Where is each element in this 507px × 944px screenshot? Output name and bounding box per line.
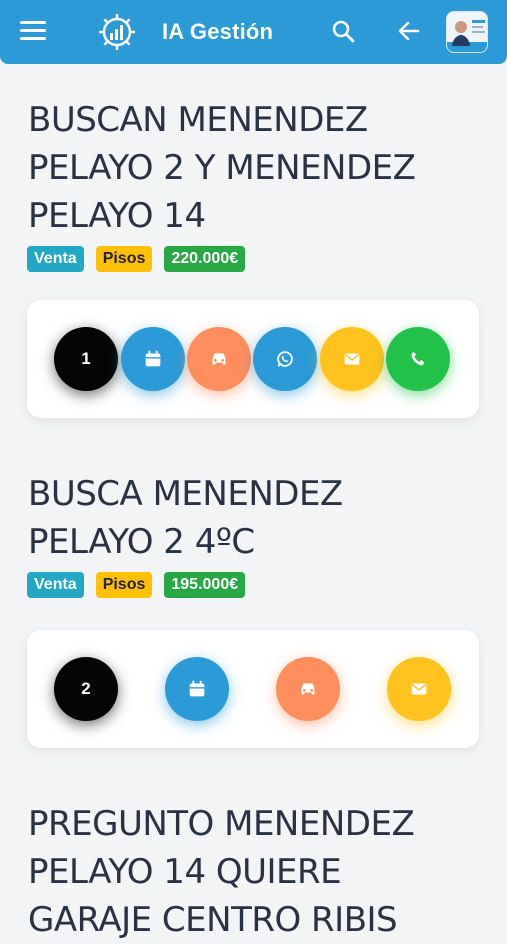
actions-panel: 2 [27,630,479,748]
listing-title: PREGUNTO MENENDEZ PELAYO 14 QUIERE GARAJ… [28,804,415,940]
logo-gear-chart-icon [99,14,135,50]
actions-panel: 1 [27,300,479,418]
app-title: IA Gestión [162,19,274,44]
calendar-icon [145,350,161,367]
calendar-button[interactable] [121,327,185,391]
visit-button[interactable] [276,657,340,721]
listing-card: PREGUNTO MENENDEZ PELAYO 14 QUIERE GARAJ… [0,800,507,944]
listing-title: BUSCA MENENDEZ PELAYO 2 4ºC [28,474,343,562]
search-icon[interactable] [330,18,356,44]
email-icon [411,683,427,695]
listing-card: BUSCA MENENDEZ PELAYO 2 4ºC Venta Pisos … [0,470,507,598]
price-badge: 220.000€ [164,246,246,272]
car-icon [301,683,315,695]
menu-icon[interactable] [20,21,46,41]
back-arrow-icon[interactable] [396,18,422,44]
operation-badge: Venta [27,246,84,272]
email-icon [344,353,360,365]
listing-title: BUSCAN MENENDEZ PELAYO 2 Y MENENDEZ PELA… [28,100,416,236]
count-button[interactable]: 2 [54,657,118,721]
avatar[interactable] [446,11,488,53]
whatsapp-icon [277,351,293,367]
calendar-icon [189,680,205,697]
phone-button[interactable] [386,327,450,391]
price-badge: 195.000€ [164,572,246,598]
count-button[interactable]: 1 [54,327,118,391]
car-icon [212,353,226,365]
operation-badge: Venta [27,572,84,598]
type-badge: Pisos [95,246,153,272]
email-button[interactable] [320,327,384,391]
app-header: IA Gestión [0,0,507,64]
type-badge: Pisos [95,572,153,598]
calendar-button[interactable] [165,657,229,721]
phone-icon [411,351,425,366]
listing-card: BUSCAN MENENDEZ PELAYO 2 Y MENENDEZ PELA… [0,96,507,272]
email-button[interactable] [387,657,451,721]
whatsapp-button[interactable] [253,327,317,391]
visit-button[interactable] [187,327,251,391]
